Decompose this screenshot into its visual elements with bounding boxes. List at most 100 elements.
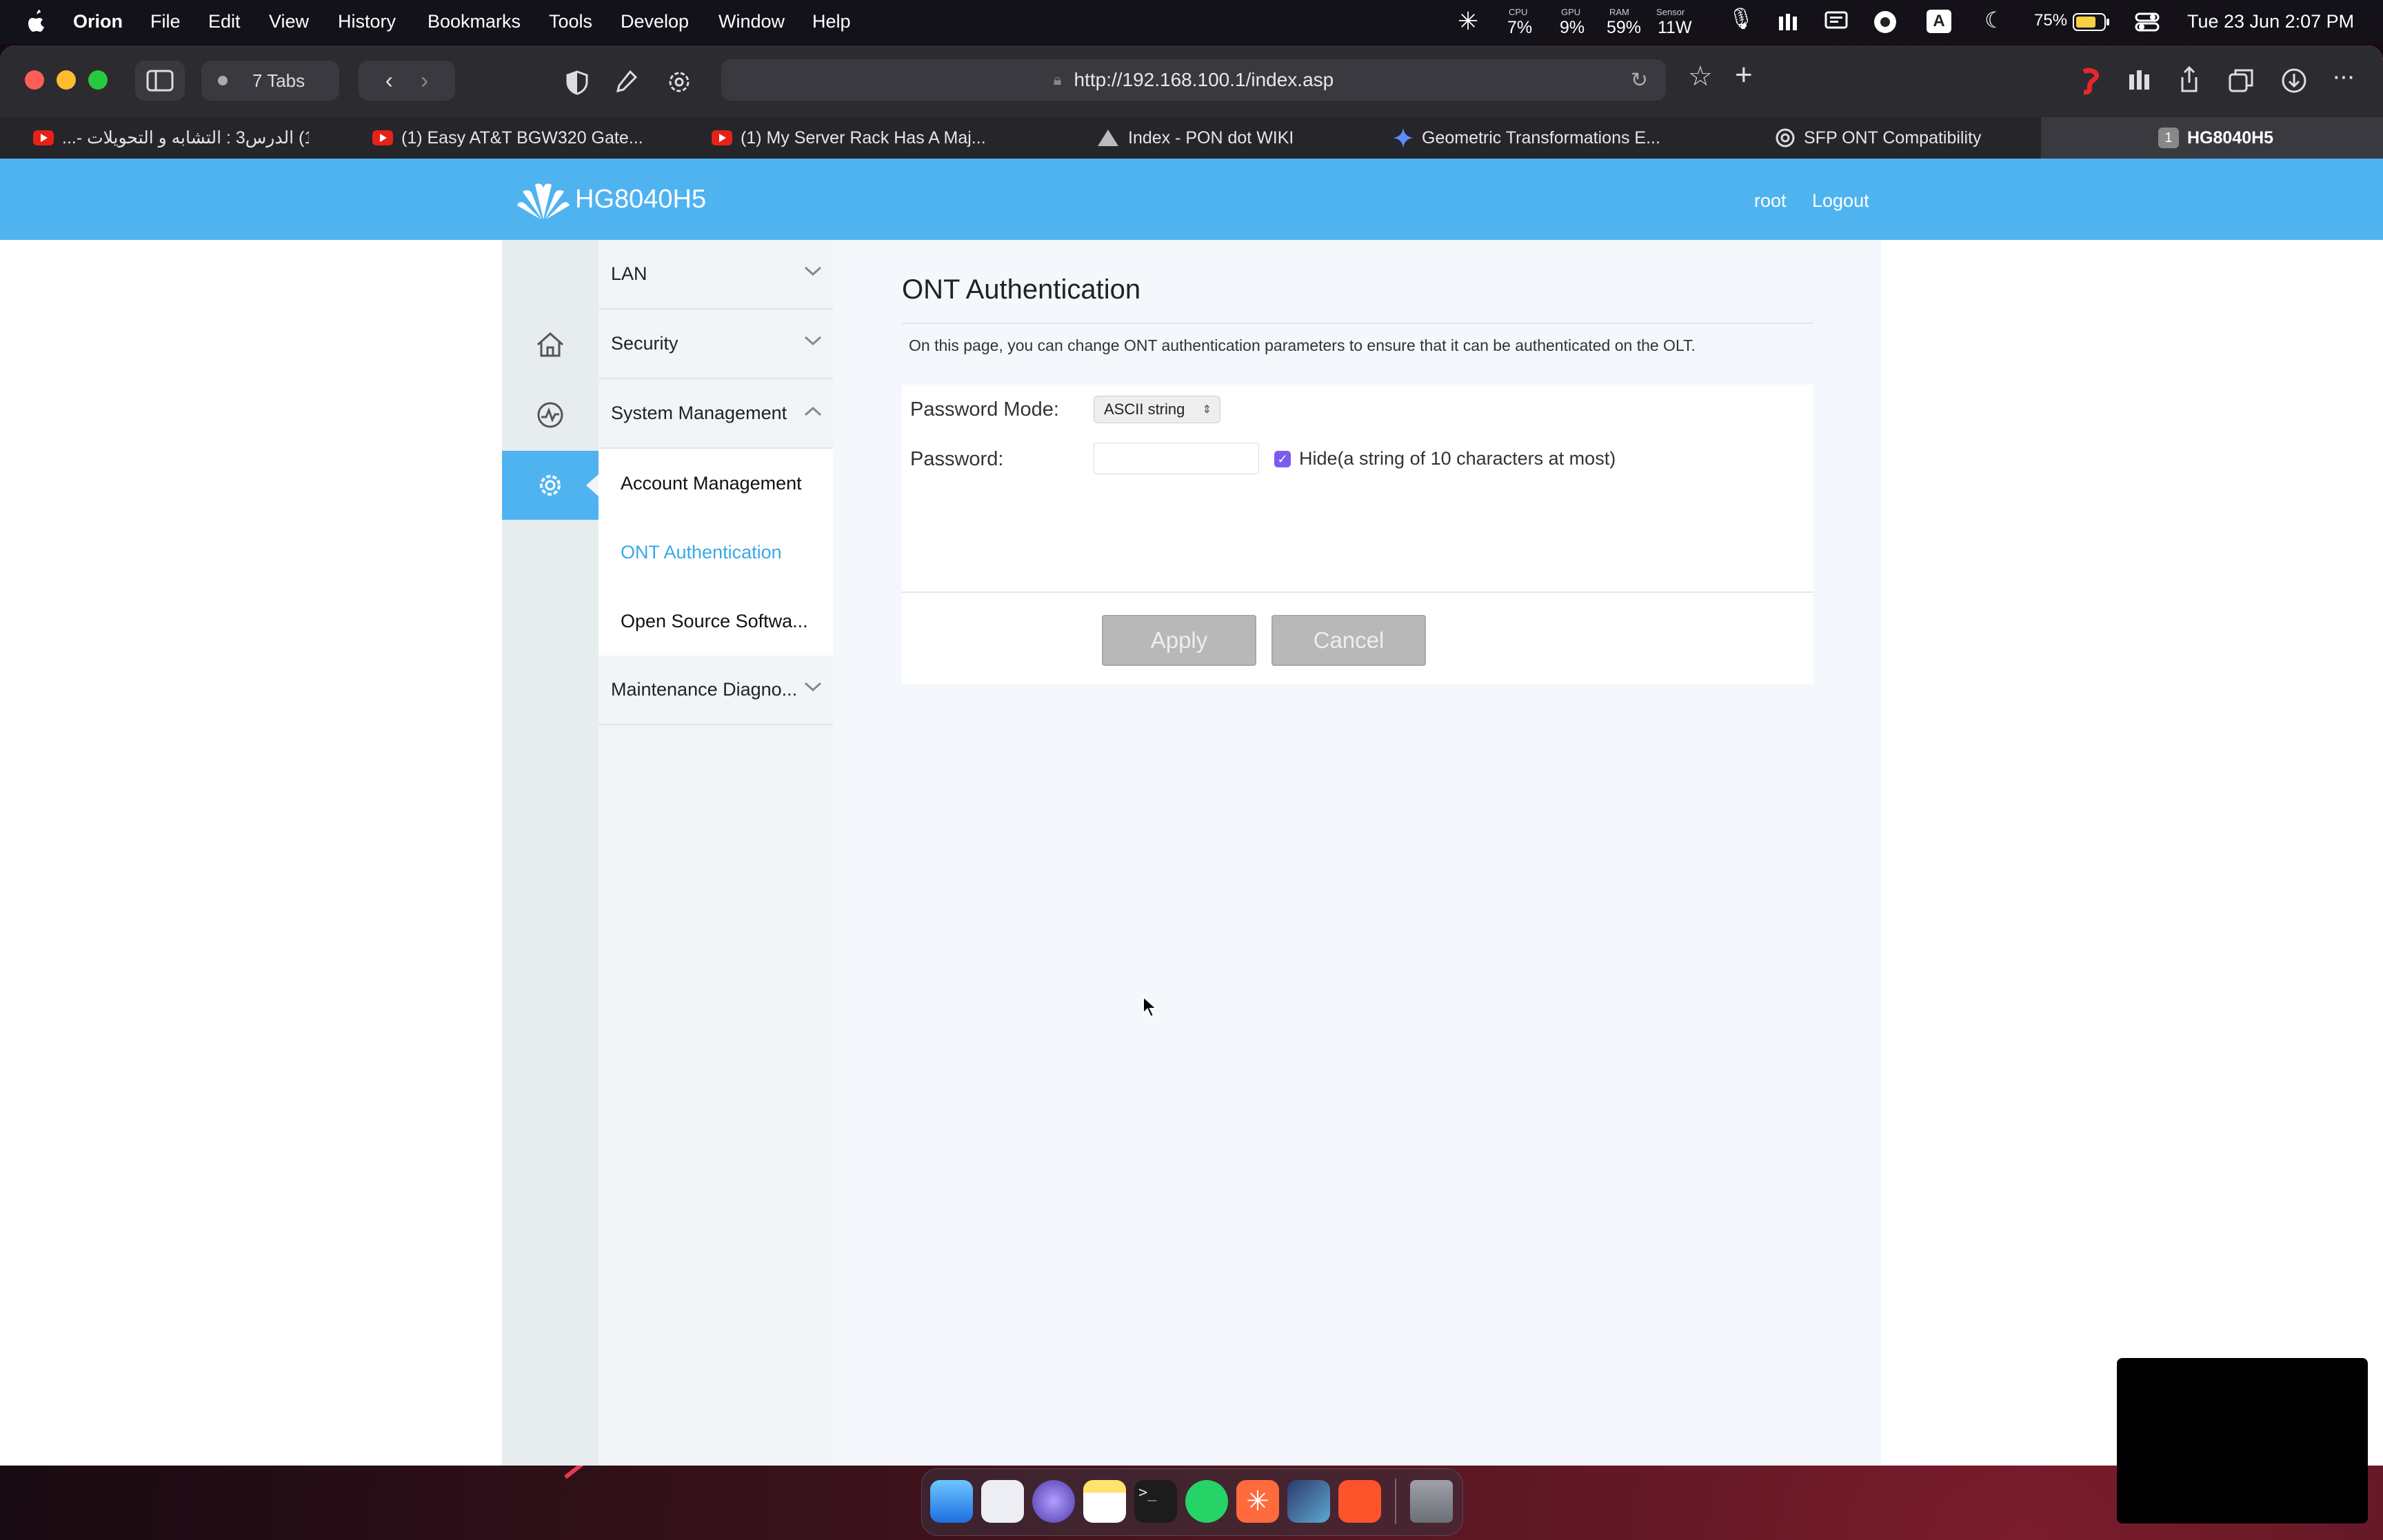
notes-icon[interactable] — [1083, 1480, 1126, 1523]
url-bar[interactable]: 🔒︎ http://192.168.100.1/index.asp ↻ — [721, 59, 1666, 101]
apply-button[interactable]: Apply — [1102, 615, 1256, 666]
wifi-stats-icon[interactable] — [1776, 11, 1800, 33]
url-text[interactable]: http://192.168.100.1/index.asp — [1074, 69, 1334, 91]
password-label: Password: — [910, 448, 1004, 470]
youtube-icon — [712, 130, 732, 145]
chevron-down-icon — [804, 682, 822, 692]
tabs-icon[interactable] — [2229, 68, 2255, 92]
red-extension-icon[interactable] — [2078, 68, 2102, 95]
nav-ont-authentication[interactable]: ONT Authentication — [599, 518, 833, 587]
keyboard-input-icon[interactable]: A — [1927, 10, 1951, 33]
shield-icon[interactable] — [565, 70, 589, 95]
cpu-label: CPU — [1509, 7, 1528, 17]
logout-link[interactable]: Logout — [1812, 190, 1869, 212]
menu-tools[interactable]: Tools — [549, 11, 592, 32]
auth-form: Password Mode: ASCII string ⇕ Password: … — [902, 385, 1813, 591]
share-icon[interactable] — [2178, 66, 2201, 94]
minimize-window-button[interactable] — [57, 70, 76, 90]
router-page: HG8040H5 root Logout LAN Security System… — [0, 159, 2383, 1466]
password-input[interactable] — [1094, 443, 1259, 474]
apple-menu-icon[interactable] — [25, 8, 48, 34]
cancel-button[interactable]: Cancel — [1271, 615, 1426, 666]
claude-icon[interactable]: ✳ — [1236, 1480, 1279, 1523]
sensor-value[interactable]: 11W — [1658, 18, 1692, 38]
stats-extension-icon[interactable] — [2126, 69, 2151, 92]
dot-icon — [218, 76, 228, 85]
battery-percent[interactable]: 75% — [2034, 11, 2067, 30]
product-name: HG8040H5 — [575, 185, 707, 214]
gpu-value[interactable]: 9% — [1560, 18, 1585, 38]
menu-file[interactable]: File — [150, 11, 181, 32]
battery-icon[interactable] — [2073, 12, 2110, 32]
launchpad-icon[interactable] — [981, 1480, 1024, 1523]
number-badge-icon: 1 — [2158, 128, 2179, 148]
dropper-icon[interactable] — [614, 69, 639, 95]
cpu-value[interactable]: 7% — [1507, 18, 1532, 38]
select-value: ASCII string — [1104, 401, 1185, 418]
clock[interactable]: Tue 23 Jun 2:07 PM — [2187, 11, 2354, 32]
diagnostics-category[interactable] — [502, 381, 599, 449]
nav-system-management[interactable]: System Management — [599, 379, 833, 449]
menu-window[interactable]: Window — [718, 11, 785, 32]
nav-lan[interactable]: LAN — [599, 240, 833, 310]
nav-label: Maintenance Diagno... — [611, 679, 798, 700]
more-icon[interactable]: ··· — [2332, 62, 2355, 92]
bookmark-star-icon[interactable]: ☆ — [1688, 61, 1713, 92]
new-tab-plus-icon[interactable]: + — [1735, 58, 1753, 92]
microphone-icon[interactable]: 🎙 — [1728, 7, 1754, 31]
gear-icon[interactable] — [666, 69, 692, 95]
tab-overview-button[interactable]: 7 Tabs — [201, 61, 339, 101]
menu-view[interactable]: View — [269, 11, 309, 32]
download-icon[interactable] — [2281, 68, 2307, 94]
menu-develop[interactable]: Develop — [621, 11, 689, 32]
content-area: ONT Authentication On this page, you can… — [833, 240, 1881, 1466]
zoom-window-button[interactable] — [88, 70, 108, 90]
ram-value[interactable]: 59% — [1607, 18, 1641, 38]
menu-bookmarks[interactable]: Bookmarks — [428, 11, 521, 32]
menu-history[interactable]: History — [338, 11, 396, 32]
back-button[interactable]: ‹ — [385, 68, 393, 94]
browser-toolbar: 7 Tabs ‹ › 🔒︎ http://192.168.100.1/index… — [0, 45, 2383, 117]
brave-icon[interactable] — [1338, 1480, 1381, 1523]
tab-youtube-lesson[interactable]: (1) الدرس3 : التشابه و التحويلات -... — [33, 117, 309, 159]
gear-icon — [540, 475, 561, 496]
tab-youtube-att[interactable]: (1) Easy AT&T BGW320 Gate... — [372, 117, 648, 159]
whatsapp-icon[interactable] — [1185, 1480, 1228, 1523]
display-icon[interactable] — [1824, 11, 1848, 32]
control-center-icon[interactable] — [2135, 11, 2160, 33]
finder-icon[interactable] — [930, 1480, 973, 1523]
nav-account-management[interactable]: Account Management — [599, 449, 833, 518]
tabs-count: 7 Tabs — [252, 70, 305, 91]
tab-hg8040h5[interactable]: 1 HG8040H5 — [2041, 117, 2383, 159]
select-arrows-icon: ⇕ — [1202, 404, 1211, 416]
davinci-icon[interactable] — [1287, 1480, 1330, 1523]
moon-icon[interactable]: ☾ — [1984, 7, 2004, 33]
terminal-icon[interactable]: >_ — [1134, 1480, 1177, 1523]
tab-pon-wiki[interactable]: Index - PON dot WIKI — [1096, 117, 1303, 159]
nav-security[interactable]: Security — [599, 310, 833, 379]
forward-button[interactable]: › — [421, 68, 428, 94]
tab-title: (1) Easy AT&T BGW320 Gate... — [401, 128, 643, 148]
reload-icon[interactable]: ↻ — [1631, 68, 1648, 92]
close-window-button[interactable] — [25, 70, 44, 90]
password-mode-select[interactable]: ASCII string ⇕ — [1094, 396, 1220, 423]
video-overlay — [2117, 1358, 2368, 1523]
system-category[interactable] — [502, 451, 599, 520]
record-icon[interactable] — [1873, 10, 1898, 34]
tab-youtube-server[interactable]: (1) My Server Rack Has A Maj... — [712, 117, 987, 159]
nav-open-source-software[interactable]: Open Source Softwa... — [599, 587, 833, 656]
menu-edit[interactable]: Edit — [208, 11, 241, 32]
tab-gemini[interactable]: Geometric Transformations E... — [1393, 117, 1669, 159]
trash-icon[interactable] — [1410, 1480, 1453, 1523]
sparkle-icon[interactable]: ✳ — [1458, 7, 1478, 36]
youtube-icon — [33, 130, 54, 145]
nav-label: Security — [611, 333, 678, 354]
hide-password-checkbox[interactable]: ✓ — [1274, 451, 1291, 467]
home-category[interactable] — [502, 310, 599, 379]
sidebar-toggle-button[interactable] — [135, 61, 185, 101]
tab-sfp-ont[interactable]: SFP ONT Compatibility — [1775, 117, 1989, 159]
app-menu-orion[interactable]: Orion — [73, 11, 123, 32]
menu-help[interactable]: Help — [812, 11, 851, 32]
orion-browser-icon[interactable] — [1032, 1480, 1075, 1523]
nav-maintenance-diagnosis[interactable]: Maintenance Diagno... — [599, 656, 833, 725]
